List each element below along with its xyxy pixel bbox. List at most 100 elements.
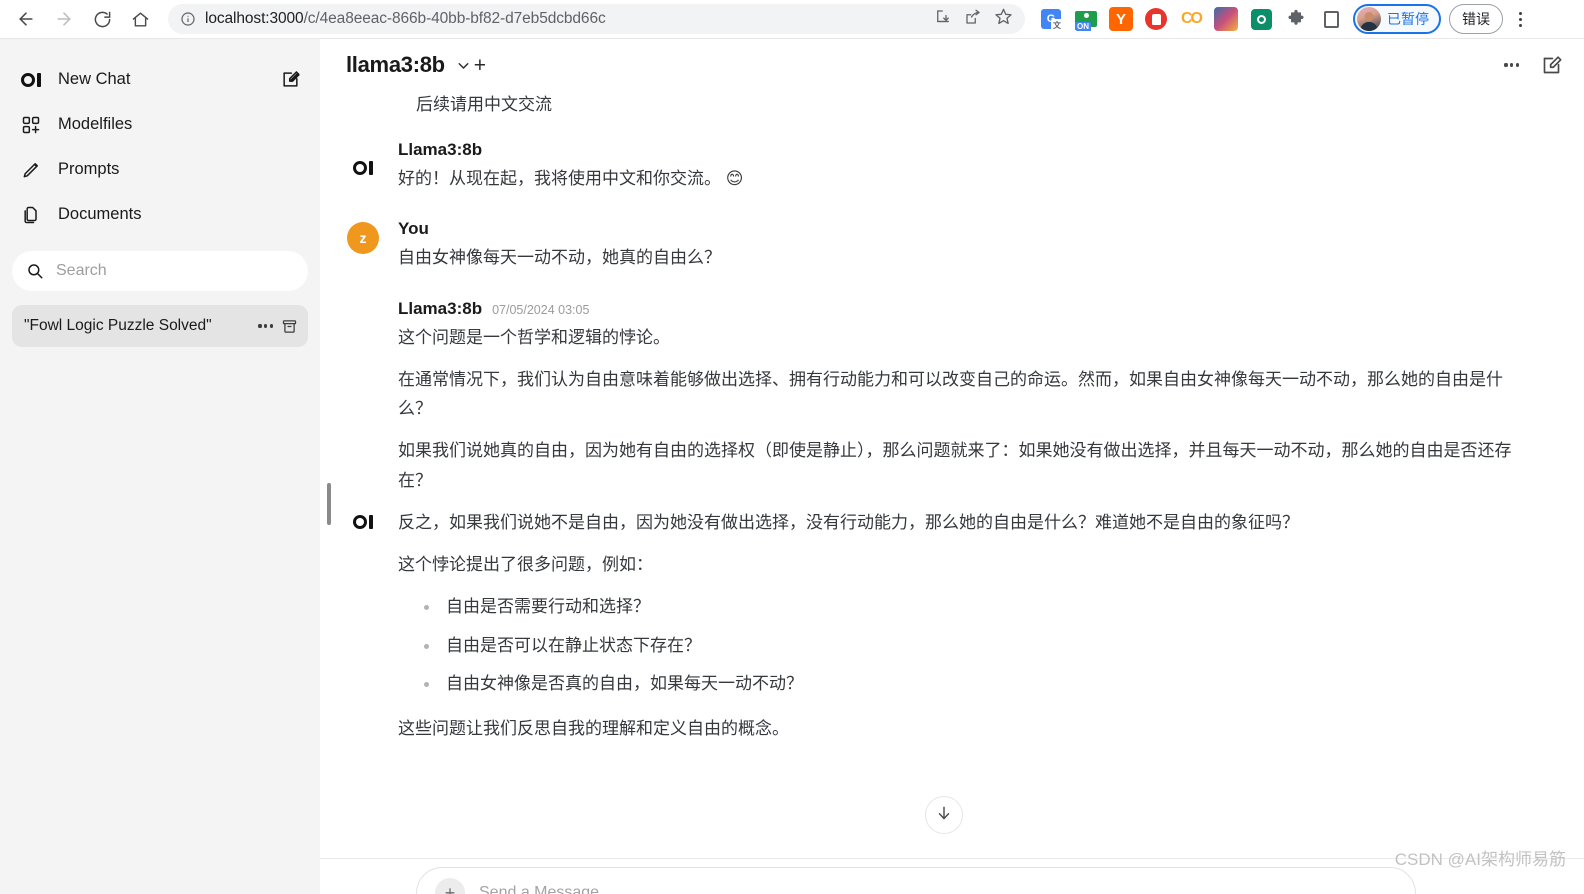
address-bar-text: localhost:3000/c/4ea8eeac-866b-40bb-bf82… bbox=[205, 10, 934, 28]
yandex-icon[interactable]: Y bbox=[1109, 7, 1133, 31]
chat-history-list: "Fowl Logic Puzzle Solved" bbox=[12, 305, 308, 347]
puzzle-extensions-icon[interactable] bbox=[1284, 7, 1308, 31]
home-icon[interactable] bbox=[122, 3, 158, 35]
message-content: 好的！从现在起，我将使用中文和你交流。 😊 bbox=[398, 164, 1524, 193]
model-name-label: llama3:8b bbox=[346, 52, 445, 77]
user-avatar: z bbox=[346, 219, 380, 272]
list-item: 自由是否需要行动和选择？ bbox=[424, 592, 1524, 621]
message-assistant: Llama3:8b 好的！从现在起，我将使用中文和你交流。 😊 bbox=[346, 140, 1524, 193]
adskip-on-icon[interactable]: ON bbox=[1074, 7, 1098, 31]
hexagon-green-icon[interactable] bbox=[1249, 7, 1273, 31]
oi-logo-icon bbox=[20, 72, 42, 87]
message-composer[interactable]: + Send a Message bbox=[416, 867, 1416, 894]
chat-history-title: "Fowl Logic Puzzle Solved" bbox=[24, 317, 212, 334]
message-paragraph: 这个问题是一个哲学和逻辑的悖论。 bbox=[398, 327, 670, 347]
share-icon[interactable] bbox=[964, 8, 982, 31]
scroll-to-bottom-button[interactable] bbox=[925, 796, 963, 834]
messages-list: Llama3:8b 好的！从现在起，我将使用中文和你交流。 😊 z You 自由… bbox=[320, 140, 1584, 743]
reload-icon[interactable] bbox=[84, 3, 120, 35]
browser-menu-icon[interactable] bbox=[1509, 11, 1531, 27]
url-host: localhost:3000 bbox=[205, 10, 304, 27]
sidebar: New Chat Modelfiles Prompts Documents Se… bbox=[0, 39, 320, 894]
partial-top-message: 后续请用中文交流 bbox=[416, 95, 552, 114]
extension-icons: G文 ON Y CO bbox=[1039, 7, 1343, 31]
message-author: You bbox=[398, 219, 429, 239]
message-body: Llama3:8b 07/05/2024 03:05 这个问题是一个哲学和逻辑的… bbox=[398, 299, 1524, 744]
chat-main: llama3:8b + 后续请用中文交流 Llama3:8b 好的！从现在起，我… bbox=[320, 39, 1584, 894]
composer-area: + Send a Message bbox=[320, 858, 1584, 894]
address-bar-actions bbox=[934, 7, 1019, 31]
profile-status-label: 已暂停 bbox=[1387, 11, 1429, 27]
documents-copy-icon bbox=[20, 205, 42, 225]
sidebar-item-label: Modelfiles bbox=[58, 115, 133, 133]
message-paragraph: 这个悖论提出了很多问题，例如： bbox=[398, 555, 653, 575]
message-author: Llama3:8b bbox=[398, 298, 483, 318]
google-translate-icon[interactable]: G文 bbox=[1039, 7, 1063, 31]
pencil-icon bbox=[20, 160, 42, 180]
message-timestamp: 07/05/2024 03:05 bbox=[492, 302, 590, 317]
chat-header: llama3:8b + bbox=[320, 39, 1584, 91]
app-root: New Chat Modelfiles Prompts Documents Se… bbox=[0, 39, 1584, 894]
list-item: 自由女神像是否真的自由，如果每天一动不动？ bbox=[424, 669, 1524, 698]
model-selector[interactable]: llama3:8b bbox=[346, 52, 472, 78]
message-paragraph: 好的！从现在起，我将使用中文和你交流。 😊 bbox=[398, 169, 744, 189]
sidebar-item-label: Prompts bbox=[58, 160, 120, 178]
profile-pill[interactable]: 已暂停 bbox=[1353, 4, 1441, 34]
side-panel-icon[interactable] bbox=[1319, 7, 1343, 31]
plus-icon[interactable]: + bbox=[435, 878, 465, 894]
forward-arrow-icon[interactable] bbox=[46, 3, 82, 35]
message-assistant: Llama3:8b 07/05/2024 03:05 这个问题是一个哲学和逻辑的… bbox=[346, 299, 1524, 744]
grid-plus-icon bbox=[20, 115, 42, 135]
sidebar-item-documents[interactable]: Documents bbox=[12, 192, 308, 237]
message-content: 自由女神像每天一动不动，她真的自由么？ bbox=[398, 243, 1524, 272]
url-path: /c/4ea8eeac-866b-40bb-bf82-d7eb5dcbd66c bbox=[303, 10, 606, 27]
sidebar-item-label: Documents bbox=[58, 205, 142, 223]
brain-palette-icon[interactable] bbox=[1214, 7, 1238, 31]
message-body: Llama3:8b 好的！从现在起，我将使用中文和你交流。 😊 bbox=[398, 140, 1524, 193]
avatar bbox=[1357, 7, 1381, 31]
message-input-placeholder[interactable]: Send a Message bbox=[479, 884, 599, 894]
list-item: 自由是否可以在静止状态下存在？ bbox=[424, 631, 1524, 660]
chat-history-item[interactable]: "Fowl Logic Puzzle Solved" bbox=[12, 305, 308, 347]
messages-container[interactable]: 后续请用中文交流 Llama3:8b 好的！从现在起，我将使用中文和你交流。 😊 bbox=[320, 91, 1584, 894]
download-icon[interactable] bbox=[934, 8, 952, 31]
message-content: 这个问题是一个哲学和逻辑的悖论。 在通常情况下，我们认为自由意味着能够做出选择、… bbox=[398, 323, 1524, 744]
oi-logo-icon bbox=[346, 140, 380, 193]
arrow-down-icon bbox=[935, 804, 953, 827]
sidebar-item-label: New Chat bbox=[58, 70, 131, 88]
avatar-initial: z bbox=[347, 222, 379, 255]
browser-toolbar: localhost:3000/c/4ea8eeac-866b-40bb-bf82… bbox=[0, 0, 1584, 39]
address-bar[interactable]: localhost:3000/c/4ea8eeac-866b-40bb-bf82… bbox=[168, 4, 1025, 34]
new-chat-edit-icon[interactable] bbox=[1541, 55, 1562, 76]
add-model-button[interactable]: + bbox=[474, 55, 486, 76]
oi-logo-icon bbox=[346, 299, 380, 744]
message-header: You bbox=[398, 219, 1524, 239]
message-paragraph: 这些问题让我们反思自我的理解和定义自由的概念。 bbox=[398, 719, 789, 738]
message-paragraph: 如果我们说她真的自由，因为她有自由的选择权（即使是静止），那么问题就来了：如果她… bbox=[398, 441, 1512, 490]
chevron-down-icon[interactable] bbox=[455, 57, 472, 74]
message-header: Llama3:8b bbox=[398, 140, 1524, 160]
error-pill-label: 错误 bbox=[1462, 11, 1490, 27]
colab-icon[interactable]: CO bbox=[1179, 7, 1203, 31]
more-options-icon[interactable] bbox=[1504, 63, 1519, 67]
back-arrow-icon[interactable] bbox=[8, 3, 44, 35]
browser-nav-buttons bbox=[0, 3, 158, 35]
error-pill[interactable]: 错误 bbox=[1449, 4, 1503, 34]
search-box[interactable] bbox=[12, 251, 308, 291]
sidebar-item-prompts[interactable]: Prompts bbox=[12, 147, 308, 192]
adblock-stop-icon[interactable] bbox=[1144, 7, 1168, 31]
chat-header-actions bbox=[1504, 55, 1562, 76]
search-input[interactable] bbox=[56, 262, 294, 280]
messages-scrollbar[interactable] bbox=[327, 483, 331, 525]
message-paragraph: 反之，如果我们说她不是自由，因为她没有做出选择，没有行动能力，那么她的自由是什么… bbox=[398, 512, 1299, 532]
edit-square-icon[interactable] bbox=[281, 70, 300, 89]
message-paragraph: 在通常情况下，我们认为自由意味着能够做出选择、拥有行动能力和可以改变自己的命运。… bbox=[398, 369, 1503, 419]
site-info-icon[interactable] bbox=[180, 11, 196, 27]
bookmark-star-icon[interactable] bbox=[994, 7, 1013, 31]
message-author: Llama3:8b bbox=[398, 140, 483, 160]
message-bullet-list: 自由是否需要行动和选择？ 自由是否可以在静止状态下存在？ 自由女神像是否真的自由… bbox=[398, 592, 1524, 698]
dots-horizontal-icon[interactable] bbox=[258, 324, 273, 328]
sidebar-item-modelfiles[interactable]: Modelfiles bbox=[12, 102, 308, 147]
sidebar-item-new-chat[interactable]: New Chat bbox=[12, 57, 308, 102]
archive-icon[interactable] bbox=[281, 318, 298, 335]
